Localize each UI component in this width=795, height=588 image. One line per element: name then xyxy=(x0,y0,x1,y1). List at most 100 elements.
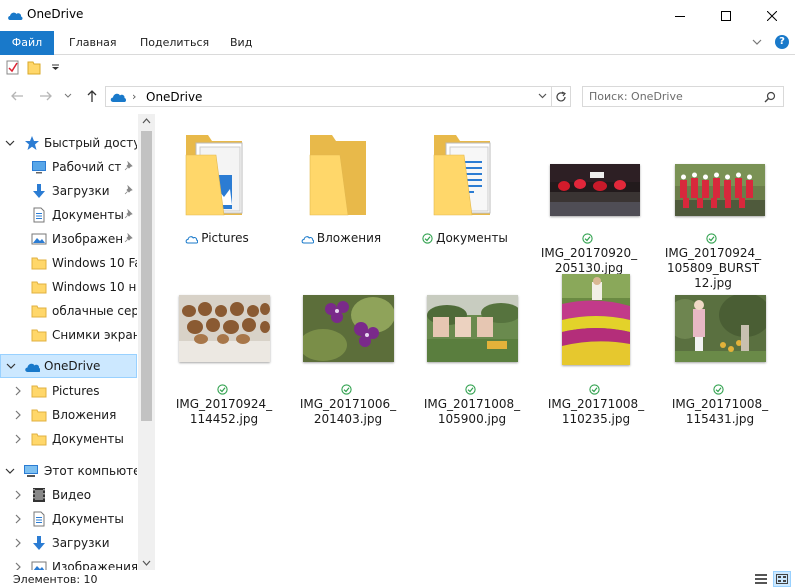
forward-arrow-icon[interactable] xyxy=(39,89,53,103)
help-button[interactable]: ? xyxy=(775,35,789,49)
search-icon[interactable] xyxy=(764,91,776,103)
tab-home[interactable]: Главная xyxy=(69,31,117,55)
tab-share[interactable]: Поделиться xyxy=(140,31,209,55)
computer-icon xyxy=(24,465,38,477)
photo-thumbnail xyxy=(427,295,518,362)
nav-downloads[interactable]: Загрузки xyxy=(0,179,137,203)
nav-video[interactable]: Видео xyxy=(0,483,137,507)
nav-label: OneDrive xyxy=(44,359,101,373)
nav-documents[interactable]: Документы xyxy=(0,203,137,227)
synced-check-icon xyxy=(217,384,228,395)
nav-label: Вложения xyxy=(52,408,117,422)
nav-od-documents[interactable]: Документы xyxy=(0,427,137,451)
nav-quick-access[interactable]: Быстрый доступ xyxy=(0,131,137,155)
pictures-icon xyxy=(31,233,47,245)
file-tile-img-20170924-burst[interactable]: IMG_20170924_ 105809_BURST 12.jpg xyxy=(658,127,768,290)
file-caption: Pictures xyxy=(162,231,272,246)
address-dropdown-chevron-icon[interactable] xyxy=(538,93,547,99)
scroll-down-icon[interactable] xyxy=(142,560,151,566)
search-box[interactable] xyxy=(582,86,784,107)
close-button[interactable] xyxy=(749,0,795,31)
nav-pc-downloads[interactable]: Загрузки xyxy=(0,531,137,555)
expanded-chevron-icon[interactable] xyxy=(5,466,15,476)
refresh-icon xyxy=(556,90,566,101)
refresh-button[interactable] xyxy=(552,86,571,107)
folder-tile-attachments[interactable]: Вложения xyxy=(286,127,396,252)
nav-od-attachments[interactable]: Вложения xyxy=(0,403,137,427)
desktop-icon xyxy=(32,161,46,174)
file-tile-img-20171008-110235[interactable]: IMG_20171008_ 110235.jpg xyxy=(541,264,651,426)
nav-folder-win10-a[interactable]: Windows 10 на А xyxy=(0,275,137,299)
violets-photo-thumbnail-icon xyxy=(303,295,394,362)
file-tile-img-20170924-114452[interactable]: IMG_20170924_ 114452.jpg xyxy=(169,278,279,426)
nav-pictures[interactable]: Изображения xyxy=(0,227,137,251)
tab-view[interactable]: Вид xyxy=(230,31,252,55)
collapsed-chevron-icon[interactable] xyxy=(13,562,23,570)
back-arrow-icon[interactable] xyxy=(10,89,24,103)
collapsed-chevron-icon[interactable] xyxy=(13,410,23,420)
search-input[interactable] xyxy=(589,89,759,104)
address-bar[interactable]: › OneDrive xyxy=(105,86,552,107)
customize-qat-icon[interactable] xyxy=(51,64,60,71)
scroll-thumb[interactable] xyxy=(141,131,152,421)
nav-scrollbar[interactable] xyxy=(138,114,155,570)
scroll-up-icon[interactable] xyxy=(142,118,151,124)
file-tile-img-20170920[interactable]: IMG_20170920_ 205130.jpg xyxy=(534,127,644,275)
maximize-icon xyxy=(721,10,731,21)
file-tile-img-20171006-201403[interactable]: IMG_20171006_ 201403.jpg xyxy=(293,278,403,426)
nav-pc-pictures[interactable]: Изображения xyxy=(0,555,137,570)
folder-tile-documents[interactable]: Документы xyxy=(410,127,520,252)
details-view-button[interactable] xyxy=(752,571,770,587)
nav-folder-cloud-services[interactable]: облачные серви xyxy=(0,299,137,323)
file-caption: IMG_20171008_ 115431.jpg xyxy=(665,382,775,427)
expanded-chevron-icon[interactable] xyxy=(5,138,15,148)
nav-label: Изображения xyxy=(52,232,122,246)
expanded-chevron-icon[interactable] xyxy=(6,361,16,371)
nav-onedrive[interactable]: OneDrive xyxy=(0,354,137,378)
file-tile-img-20171008-105900[interactable]: IMG_20171008_ 105900.jpg xyxy=(417,278,527,426)
nav-folder-win10-fall[interactable]: Windows 10 Fall xyxy=(0,251,137,275)
folder-icon xyxy=(31,305,47,318)
file-caption: IMG_20171008_ 110235.jpg xyxy=(541,382,651,427)
nav-od-pictures[interactable]: Pictures xyxy=(0,379,137,403)
photo-thumbnail xyxy=(179,295,270,362)
file-caption: IMG_20171008_ 105900.jpg xyxy=(417,382,527,427)
video-icon xyxy=(33,488,45,502)
photo-thumbnail xyxy=(562,274,630,365)
file-tile-img-20171008-115431[interactable]: IMG_20171008_ 115431.jpg xyxy=(665,278,775,426)
recent-locations-chevron-icon[interactable] xyxy=(64,93,72,99)
file-caption: Документы xyxy=(410,231,520,246)
expand-ribbon-chevron-icon[interactable] xyxy=(751,36,763,48)
maximize-button[interactable] xyxy=(703,0,749,31)
minimize-button[interactable] xyxy=(657,0,703,31)
new-folder-icon[interactable] xyxy=(27,60,41,75)
folder-icon xyxy=(309,135,366,216)
up-arrow-icon[interactable] xyxy=(85,89,99,103)
collapsed-chevron-icon[interactable] xyxy=(13,434,23,444)
cloud-icon xyxy=(25,363,40,372)
breadcrumb-separator-icon[interactable]: › xyxy=(132,90,136,103)
properties-icon[interactable] xyxy=(6,60,20,75)
pin-icon xyxy=(124,233,133,243)
nav-label: облачные серви xyxy=(52,304,137,318)
photo-thumbnail xyxy=(303,295,394,362)
nav-pc-documents[interactable]: Документы xyxy=(0,507,137,531)
nav-this-pc[interactable]: Этот компьютер xyxy=(0,459,137,483)
onedrive-cloud-icon xyxy=(110,93,126,102)
download-icon xyxy=(33,536,45,550)
folder-tile-pictures[interactable]: Pictures xyxy=(162,127,272,252)
folder-icon xyxy=(31,433,47,446)
large-icons-view-button[interactable] xyxy=(773,571,791,587)
nav-folder-screenshots[interactable]: Снимки экрана xyxy=(0,323,137,347)
pin-icon xyxy=(124,209,133,219)
breadcrumb-onedrive[interactable]: OneDrive xyxy=(146,90,202,104)
tab-file[interactable]: Файл xyxy=(0,31,54,55)
file-caption: IMG_20171006_ 201403.jpg xyxy=(293,382,403,427)
collapsed-chevron-icon[interactable] xyxy=(13,514,23,524)
cloud-status-icon xyxy=(185,236,199,244)
collapsed-chevron-icon[interactable] xyxy=(13,490,23,500)
nav-label: Документы xyxy=(52,512,124,526)
collapsed-chevron-icon[interactable] xyxy=(13,386,23,396)
nav-desktop[interactable]: Рабочий стол xyxy=(0,155,137,179)
collapsed-chevron-icon[interactable] xyxy=(13,538,23,548)
